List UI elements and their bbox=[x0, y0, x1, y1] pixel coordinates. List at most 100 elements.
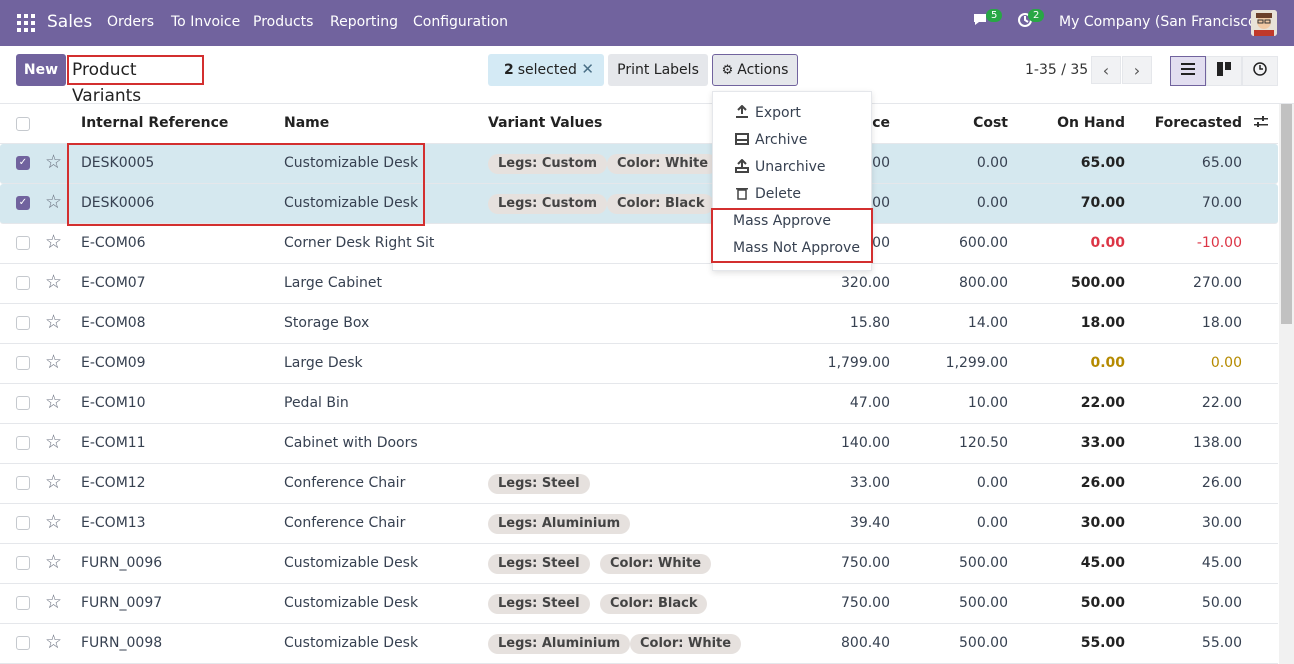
new-button[interactable]: New bbox=[16, 54, 66, 86]
menu-products[interactable]: Products bbox=[253, 14, 313, 30]
col-name[interactable]: Name bbox=[284, 115, 329, 131]
star-icon[interactable]: ☆ bbox=[45, 631, 62, 653]
star-icon[interactable]: ☆ bbox=[45, 231, 62, 253]
variant-tag: Color: Black bbox=[600, 594, 708, 614]
star-icon[interactable]: ☆ bbox=[45, 191, 62, 213]
menu-delete[interactable]: Delete bbox=[755, 186, 801, 202]
menu-export[interactable]: Export bbox=[755, 105, 801, 121]
page-title[interactable]: Product Variants bbox=[67, 55, 204, 106]
unarchive-icon bbox=[735, 158, 749, 177]
row-checkbox[interactable]: ✓ bbox=[16, 156, 30, 170]
cell-name: Customizable Desk bbox=[284, 595, 419, 611]
cell-price: 320.00 bbox=[841, 275, 890, 291]
pager-value[interactable]: 1-35 / 35 bbox=[1025, 62, 1088, 78]
control-panel: New Product Variants 2 selected ✕ Print … bbox=[0, 46, 1294, 106]
star-icon[interactable]: ☆ bbox=[45, 391, 62, 413]
trash-icon bbox=[735, 186, 749, 204]
kanban-view-button[interactable] bbox=[1206, 56, 1242, 86]
pager-next-button[interactable]: › bbox=[1122, 56, 1152, 84]
vertical-scrollbar[interactable] bbox=[1279, 104, 1294, 664]
variant-tag: Color: White bbox=[630, 634, 742, 654]
star-icon[interactable]: ☆ bbox=[45, 511, 62, 533]
col-variant-values[interactable]: Variant Values bbox=[488, 115, 602, 131]
selection-indicator: 2 selected ✕ bbox=[488, 54, 604, 86]
print-labels-button[interactable]: Print Labels bbox=[608, 54, 708, 86]
table-row[interactable]: ☆ E-COM09 Large Desk 1,799.00 1,299.00 0… bbox=[0, 344, 1278, 384]
row-checkbox[interactable] bbox=[16, 556, 30, 570]
cell-price: 39.40 bbox=[849, 515, 890, 531]
row-checkbox[interactable] bbox=[16, 396, 30, 410]
row-checkbox[interactable] bbox=[16, 596, 30, 610]
col-cost[interactable]: Cost bbox=[930, 115, 1008, 131]
cell-internal-reference: FURN_0097 bbox=[81, 595, 163, 611]
cell-on-hand: 65.00 bbox=[1080, 155, 1125, 171]
export-icon bbox=[735, 104, 749, 123]
table-row[interactable]: ☆ FURN_0098 Customizable Desk Legs: Alum… bbox=[0, 624, 1278, 664]
table-row[interactable]: ☆ E-COM10 Pedal Bin 47.00 10.00 22.00 22… bbox=[0, 384, 1278, 424]
cell-forecasted: 22.00 bbox=[1201, 395, 1242, 411]
table-row[interactable]: ☆ E-COM07 Large Cabinet 320.00 800.00 50… bbox=[0, 264, 1278, 304]
row-checkbox[interactable] bbox=[16, 316, 30, 330]
table-row[interactable]: ☆ E-COM11 Cabinet with Doors 140.00 120.… bbox=[0, 424, 1278, 464]
col-on-hand[interactable]: On Hand bbox=[1040, 115, 1125, 131]
cell-forecasted: 70.00 bbox=[1201, 195, 1242, 211]
menu-configuration[interactable]: Configuration bbox=[413, 14, 508, 30]
variant-tag: Color: Black bbox=[607, 194, 715, 214]
star-icon[interactable]: ☆ bbox=[45, 271, 62, 293]
star-icon[interactable]: ☆ bbox=[45, 591, 62, 613]
cell-price: 1,799.00 bbox=[827, 355, 890, 371]
company-switcher[interactable]: My Company (San Francisco) bbox=[1059, 14, 1262, 30]
menu-to-invoice[interactable]: To Invoice bbox=[171, 14, 240, 30]
cell-internal-reference: E-COM13 bbox=[81, 515, 146, 531]
variant-tag: Legs: Steel bbox=[488, 554, 590, 574]
apps-grid-icon[interactable] bbox=[17, 14, 35, 32]
star-icon[interactable]: ☆ bbox=[45, 311, 62, 333]
scrollbar-thumb[interactable] bbox=[1281, 104, 1292, 324]
cell-forecasted: 270.00 bbox=[1193, 275, 1242, 291]
table-row[interactable]: ☆ E-COM13 Conference Chair Legs: Alumini… bbox=[0, 504, 1278, 544]
cell-price: 15.80 bbox=[849, 315, 890, 331]
app-name[interactable]: Sales bbox=[47, 12, 92, 32]
menu-orders[interactable]: Orders bbox=[107, 14, 154, 30]
row-checkbox[interactable] bbox=[16, 636, 30, 650]
clear-selection-icon[interactable]: ✕ bbox=[581, 60, 594, 78]
cell-forecasted: 26.00 bbox=[1201, 475, 1242, 491]
row-checkbox[interactable] bbox=[16, 356, 30, 370]
menu-reporting[interactable]: Reporting bbox=[330, 14, 398, 30]
table-row[interactable]: ☆ E-COM06 Corner Desk Right Sit .00 600.… bbox=[0, 224, 1278, 264]
list-view-button[interactable] bbox=[1170, 56, 1206, 86]
cell-on-hand: 26.00 bbox=[1080, 475, 1125, 491]
table-row[interactable]: ☆ E-COM12 Conference Chair Legs: Steel 3… bbox=[0, 464, 1278, 504]
star-icon[interactable]: ☆ bbox=[45, 551, 62, 573]
cell-cost: 600.00 bbox=[959, 235, 1008, 251]
row-checkbox[interactable] bbox=[16, 436, 30, 450]
table-row[interactable]: ☆ FURN_0097 Customizable Desk Legs: Stee… bbox=[0, 584, 1278, 624]
star-icon[interactable]: ☆ bbox=[45, 351, 62, 373]
row-checkbox[interactable] bbox=[16, 236, 30, 250]
row-checkbox[interactable] bbox=[16, 476, 30, 490]
row-checkbox[interactable]: ✓ bbox=[16, 196, 30, 210]
col-internal-reference[interactable]: Internal Reference bbox=[81, 115, 228, 131]
cell-cost: 0.00 bbox=[976, 515, 1008, 531]
select-all-checkbox[interactable] bbox=[16, 117, 30, 131]
optional-columns-icon[interactable] bbox=[1254, 115, 1268, 133]
activity-view-button[interactable] bbox=[1242, 56, 1278, 86]
table-row[interactable]: ☆ FURN_0096 Customizable Desk Legs: Stee… bbox=[0, 544, 1278, 584]
menu-archive[interactable]: Archive bbox=[755, 132, 807, 148]
star-icon[interactable]: ☆ bbox=[45, 151, 62, 173]
actions-button[interactable]: ⚙ Actions bbox=[712, 54, 798, 86]
menu-unarchive[interactable]: Unarchive bbox=[755, 159, 826, 175]
cell-on-hand: 0.00 bbox=[1090, 235, 1125, 251]
cell-name: Customizable Desk bbox=[284, 635, 419, 651]
table-row[interactable]: ☆ E-COM08 Storage Box 15.80 14.00 18.00 … bbox=[0, 304, 1278, 344]
cell-forecasted: 18.00 bbox=[1201, 315, 1242, 331]
star-icon[interactable]: ☆ bbox=[45, 431, 62, 453]
row-checkbox[interactable] bbox=[16, 276, 30, 290]
pager-previous-button[interactable]: ‹ bbox=[1091, 56, 1121, 84]
cell-cost: 800.00 bbox=[959, 275, 1008, 291]
star-icon[interactable]: ☆ bbox=[45, 471, 62, 493]
col-forecasted[interactable]: Forecasted bbox=[1150, 115, 1242, 131]
row-checkbox[interactable] bbox=[16, 516, 30, 530]
cell-on-hand: 22.00 bbox=[1080, 395, 1125, 411]
user-avatar[interactable] bbox=[1251, 10, 1277, 36]
